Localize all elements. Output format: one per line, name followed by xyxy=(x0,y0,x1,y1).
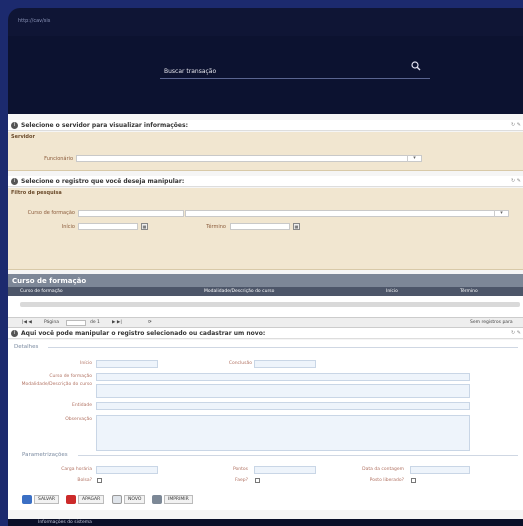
page-input[interactable] xyxy=(66,320,86,326)
curso-label: Curso de formação xyxy=(27,210,75,216)
curso-field[interactable] xyxy=(96,373,470,381)
section-title: Selecione o registro que você deseja man… xyxy=(21,178,185,185)
panel-title: Filtro de pesquisa xyxy=(11,190,62,196)
inicio-label: Início xyxy=(80,361,92,366)
modalidade-label: Modalidade/Descrição do curso xyxy=(21,382,92,387)
grid-title: Curso de formação xyxy=(8,274,523,287)
calendar-icon[interactable]: ▦ xyxy=(141,223,148,230)
inicio-field[interactable] xyxy=(78,223,138,230)
section-servidor-header: i Selecione o servidor para visualizar i… xyxy=(8,120,523,131)
search-underline xyxy=(160,78,430,79)
divider xyxy=(78,455,518,456)
posto-label: Posto liberado? xyxy=(369,478,404,483)
grid-header: Curso de formação Modalidade/Descrição d… xyxy=(8,287,523,296)
grid-pager: |◀ ◀ Página de 1 ▶ ▶| ⟳ Sem registros pa… xyxy=(8,318,523,328)
pager-status: Sem registros para xyxy=(470,320,513,325)
pontos-label: Pontos xyxy=(232,467,248,472)
funcionario-field[interactable] xyxy=(76,155,422,162)
window-frame: http://cav/sis Buscar transação i Seleci… xyxy=(0,0,523,526)
refresh-icon[interactable]: ↻ ✎ xyxy=(511,330,521,336)
column-header[interactable]: Modalidade/Descrição do curso xyxy=(204,289,274,294)
conclusao-label: Conclusão xyxy=(228,361,252,366)
refresh-icon[interactable]: ↻ ✎ xyxy=(511,122,521,128)
section-title: Selecione o servidor para visualizar inf… xyxy=(21,122,188,129)
faep-checkbox[interactable] xyxy=(255,478,260,483)
detail-form: Detalhes Início Conclusão Curso de forma… xyxy=(8,340,523,510)
filtro-panel: Filtro de pesquisa Curso de formação ▾ I… xyxy=(8,188,523,270)
observacao-field[interactable] xyxy=(96,415,470,451)
carga-label: Carga horária xyxy=(61,467,92,472)
entidade-field[interactable] xyxy=(96,402,470,410)
grid-body xyxy=(8,296,523,318)
next-page-icon[interactable]: ▶ ▶| xyxy=(112,320,122,325)
save-button[interactable]: SALVAR xyxy=(22,495,60,507)
section-registro-header: i Selecione o registro que você deseja m… xyxy=(8,176,523,187)
modalidade-field[interactable] xyxy=(96,384,470,398)
app-window: http://cav/sis Buscar transação i Seleci… xyxy=(8,8,523,526)
column-header[interactable]: Curso de formação xyxy=(20,289,63,294)
print-icon xyxy=(152,495,162,504)
entidade-label: Entidade xyxy=(72,403,92,408)
new-icon xyxy=(112,495,122,504)
delete-icon xyxy=(66,495,76,504)
chevron-down-icon[interactable]: ▾ xyxy=(407,155,421,162)
group-title: Parametrizações xyxy=(22,452,68,458)
new-button[interactable]: NOVO xyxy=(112,495,146,507)
termino-field[interactable] xyxy=(230,223,290,230)
section-manipular-header: i Aqui você pode manipular o registro se… xyxy=(8,328,523,339)
refresh-icon[interactable]: ↻ ✎ xyxy=(511,178,521,184)
reload-icon[interactable]: ⟳ xyxy=(148,320,152,325)
bolsa-label: Bolsa? xyxy=(77,478,92,483)
group-title: Detalhes xyxy=(14,344,39,350)
panel-title: Servidor xyxy=(11,134,35,140)
column-header[interactable]: Início xyxy=(386,289,398,294)
page-of-label: de 1 xyxy=(90,320,100,325)
inicio-field[interactable] xyxy=(96,360,158,368)
observacao-label: Observação xyxy=(65,417,92,422)
termino-label: Término xyxy=(206,224,226,230)
curso-code-field[interactable] xyxy=(78,210,184,217)
delete-button[interactable]: APAGAR xyxy=(66,495,105,507)
info-icon: i xyxy=(11,122,18,129)
pontos-field[interactable] xyxy=(254,466,316,474)
column-header[interactable]: Término xyxy=(460,289,478,294)
footer: Informações do sistema xyxy=(8,519,523,526)
address-text: http://cav/sis xyxy=(18,18,51,24)
info-icon: i xyxy=(11,178,18,185)
info-icon: i xyxy=(11,330,18,337)
posto-checkbox[interactable] xyxy=(411,478,416,483)
bolsa-checkbox[interactable] xyxy=(97,478,102,483)
servidor-panel: Servidor Funcionário ▾ xyxy=(8,132,523,171)
calendar-icon[interactable]: ▦ xyxy=(293,223,300,230)
carga-field[interactable] xyxy=(96,466,158,474)
search-icon[interactable] xyxy=(411,61,421,71)
search-input[interactable]: Buscar transação xyxy=(164,68,216,75)
divider xyxy=(48,347,518,348)
curso-desc-field[interactable] xyxy=(185,210,509,217)
curso-label: Curso de formação xyxy=(49,374,92,379)
section-title: Aqui você pode manipular o registro sele… xyxy=(21,330,266,337)
print-button[interactable]: IMPRIMIR xyxy=(152,495,193,507)
faep-label: Faep? xyxy=(235,478,248,483)
conclusao-field[interactable] xyxy=(254,360,316,368)
first-page-icon[interactable]: |◀ ◀ xyxy=(22,320,32,325)
main-content: i Selecione o servidor para visualizar i… xyxy=(8,114,523,519)
funcionario-label: Funcionário xyxy=(44,156,73,162)
search-bar: Buscar transação xyxy=(8,36,523,114)
page-label: Página xyxy=(44,320,59,325)
inicio-label: Início xyxy=(61,224,75,230)
chevron-down-icon[interactable]: ▾ xyxy=(494,210,508,217)
horizontal-scrollbar[interactable] xyxy=(20,302,520,307)
save-icon xyxy=(22,495,32,504)
data-contagem-field[interactable] xyxy=(410,466,470,474)
data-contagem-label: Data da contagem xyxy=(362,467,404,472)
